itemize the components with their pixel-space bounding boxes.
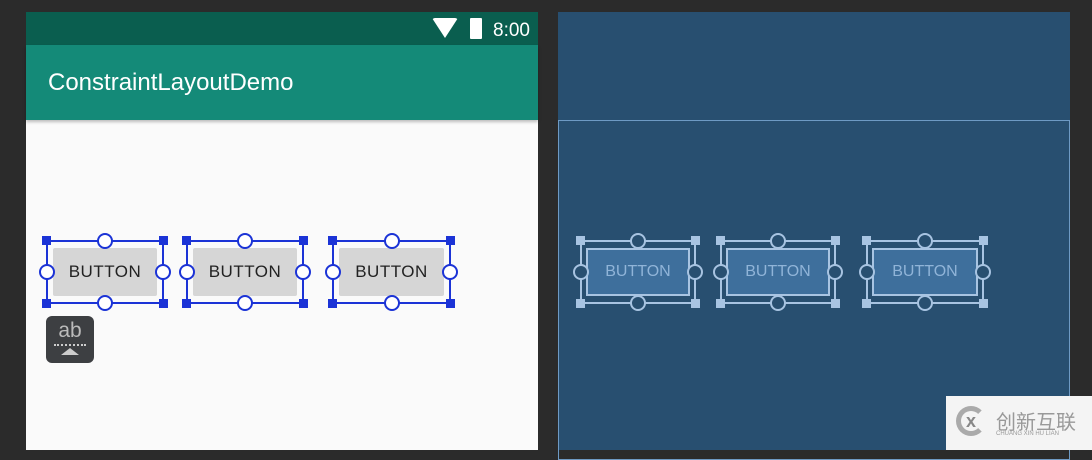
- resize-handle[interactable]: [979, 236, 988, 245]
- baseline-constraint-button[interactable]: ab: [46, 316, 94, 363]
- resize-handle[interactable]: [42, 236, 51, 245]
- status-bar: 8:00: [26, 12, 538, 45]
- constraint-anchor-left[interactable]: [179, 264, 195, 280]
- blueprint-button-3[interactable]: BUTTON: [859, 233, 991, 311]
- resize-handle[interactable]: [328, 299, 337, 308]
- text-baseline-icon: ab: [58, 319, 82, 342]
- constraint-anchor-bottom[interactable]: [383, 295, 400, 311]
- status-time: 8:00: [493, 20, 530, 41]
- constraint-anchor-bottom[interactable]: [97, 295, 113, 311]
- constraint-anchor-bottom[interactable]: [237, 295, 253, 311]
- constraint-anchor-bottom[interactable]: [770, 295, 786, 311]
- resize-handle[interactable]: [576, 236, 585, 245]
- constraint-anchor-right[interactable]: [442, 264, 458, 280]
- blueprint-button-1[interactable]: BUTTON: [573, 233, 703, 311]
- resize-handle[interactable]: [182, 299, 191, 308]
- design-view: 8:00 ConstraintLayoutDemo BUTTON BUTTON …: [26, 12, 538, 450]
- wifi-icon: [432, 18, 458, 38]
- constraint-anchor-right[interactable]: [975, 264, 991, 280]
- constraint-anchor-top[interactable]: [630, 233, 646, 249]
- resize-handle[interactable]: [979, 299, 988, 308]
- button[interactable]: BUTTON: [339, 248, 444, 296]
- watermark: x 创新互联 CHUANG XIN HU LIAN: [946, 396, 1092, 450]
- constraint-anchor-top[interactable]: [97, 233, 113, 249]
- resize-handle[interactable]: [716, 299, 725, 308]
- design-button-1[interactable]: BUTTON: [39, 233, 171, 311]
- watermark-logo-icon: x: [956, 406, 986, 436]
- battery-icon: [470, 18, 482, 39]
- blueprint-button-2[interactable]: BUTTON: [713, 233, 843, 311]
- resize-handle[interactable]: [159, 236, 168, 245]
- resize-handle[interactable]: [446, 236, 455, 245]
- resize-handle[interactable]: [299, 236, 308, 245]
- constraint-anchor-bottom[interactable]: [917, 295, 933, 311]
- resize-handle[interactable]: [159, 299, 168, 308]
- button[interactable]: BUTTON: [193, 248, 297, 296]
- app-bar: ConstraintLayoutDemo: [26, 45, 538, 120]
- blueprint-view: BUTTON BUTTON BUTTON: [558, 12, 1070, 460]
- design-button-2[interactable]: BUTTON: [179, 233, 311, 311]
- button[interactable]: BUTTON: [53, 248, 157, 296]
- constraint-anchor-left[interactable]: [325, 264, 341, 280]
- design-button-3[interactable]: BUTTON: [325, 233, 458, 311]
- button[interactable]: BUTTON: [726, 248, 830, 296]
- constraint-anchor-left[interactable]: [859, 264, 875, 280]
- resize-handle[interactable]: [862, 236, 871, 245]
- constraint-anchor-top[interactable]: [917, 233, 933, 249]
- constraint-anchor-right[interactable]: [827, 264, 843, 280]
- constraint-anchor-left[interactable]: [573, 264, 589, 280]
- button[interactable]: BUTTON: [872, 248, 978, 296]
- constraint-anchor-top[interactable]: [770, 233, 786, 249]
- constraint-anchor-right[interactable]: [155, 264, 171, 280]
- resize-handle[interactable]: [182, 236, 191, 245]
- constraint-anchor-left[interactable]: [39, 264, 55, 280]
- constraint-anchor-right[interactable]: [687, 264, 703, 280]
- resize-handle[interactable]: [831, 299, 840, 308]
- constraint-anchor-left[interactable]: [713, 264, 729, 280]
- constraint-anchor-bottom[interactable]: [630, 295, 646, 311]
- resize-handle[interactable]: [691, 236, 700, 245]
- resize-handle[interactable]: [716, 236, 725, 245]
- resize-handle[interactable]: [299, 299, 308, 308]
- app-title: ConstraintLayoutDemo: [48, 69, 294, 96]
- resize-handle[interactable]: [862, 299, 871, 308]
- constraint-anchor-right[interactable]: [295, 264, 311, 280]
- resize-handle[interactable]: [328, 236, 337, 245]
- constraint-anchor-top[interactable]: [237, 233, 253, 249]
- watermark-pinyin: CHUANG XIN HU LIAN: [996, 431, 1060, 437]
- resize-handle[interactable]: [691, 299, 700, 308]
- resize-handle[interactable]: [831, 236, 840, 245]
- resize-handle[interactable]: [576, 299, 585, 308]
- constraint-anchor-top[interactable]: [383, 233, 400, 249]
- resize-handle[interactable]: [42, 299, 51, 308]
- resize-handle[interactable]: [446, 299, 455, 308]
- button[interactable]: BUTTON: [586, 248, 690, 296]
